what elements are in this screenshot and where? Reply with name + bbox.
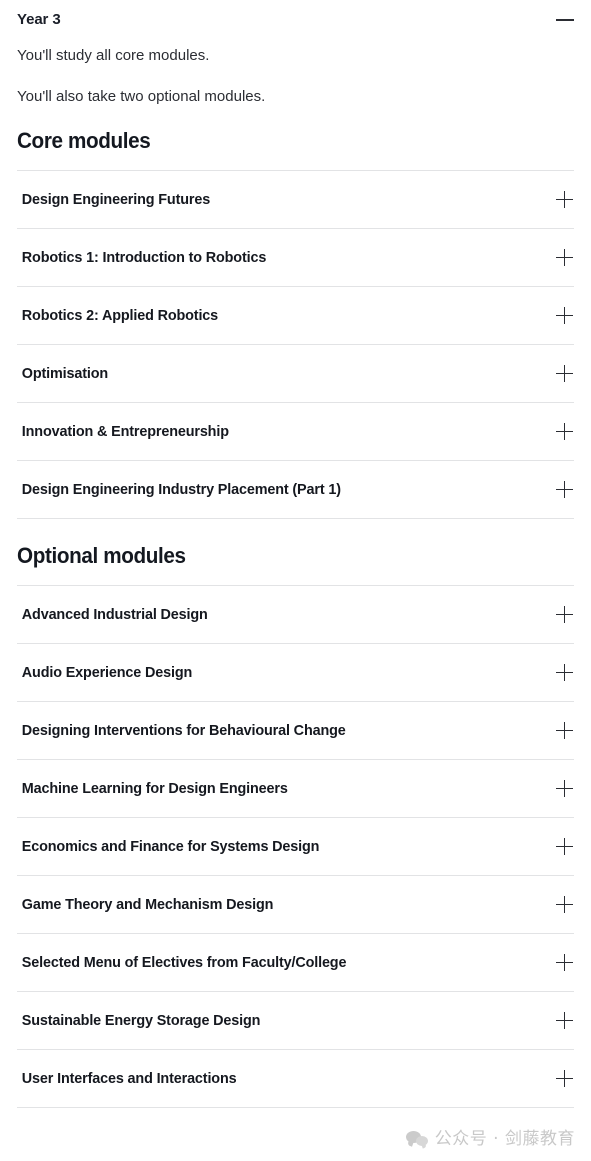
module-title: Selected Menu of Electives from Faculty/… bbox=[21, 954, 347, 971]
module-row[interactable]: Robotics 1: Introduction to Robotics bbox=[17, 229, 574, 287]
module-row[interactable]: Innovation & Entrepreneurship bbox=[17, 403, 574, 461]
module-title: Optimisation bbox=[21, 365, 109, 382]
module-title: Designing Interventions for Behavioural … bbox=[21, 722, 346, 739]
plus-icon[interactable] bbox=[556, 780, 573, 797]
module-row[interactable]: Optimisation bbox=[17, 345, 574, 403]
module-title: Design Engineering Futures bbox=[21, 191, 211, 208]
plus-icon[interactable] bbox=[556, 1012, 573, 1029]
module-title: Economics and Finance for Systems Design bbox=[21, 838, 320, 855]
module-title: Machine Learning for Design Engineers bbox=[21, 780, 288, 797]
section-heading-core: Core modules bbox=[17, 128, 151, 153]
module-row[interactable]: Designing Interventions for Behavioural … bbox=[17, 702, 574, 760]
module-row[interactable]: Economics and Finance for Systems Design bbox=[17, 818, 574, 876]
plus-icon[interactable] bbox=[556, 722, 573, 739]
plus-icon[interactable] bbox=[556, 249, 573, 266]
module-title: Design Engineering Industry Placement (P… bbox=[21, 481, 341, 498]
module-title: Audio Experience Design bbox=[21, 664, 193, 681]
minus-icon[interactable] bbox=[556, 11, 574, 29]
plus-icon[interactable] bbox=[556, 423, 573, 440]
plus-icon[interactable] bbox=[556, 365, 573, 382]
intro-text: You'll study all core modules. You'll al… bbox=[16, 32, 575, 107]
module-row[interactable]: Game Theory and Mechanism Design bbox=[17, 876, 574, 934]
module-title: Advanced Industrial Design bbox=[21, 606, 208, 623]
plus-icon[interactable] bbox=[556, 191, 573, 208]
plus-icon[interactable] bbox=[556, 606, 573, 623]
plus-icon[interactable] bbox=[556, 664, 573, 681]
module-title: Sustainable Energy Storage Design bbox=[21, 1012, 261, 1029]
page-title: Year 3 bbox=[17, 11, 61, 28]
plus-icon[interactable] bbox=[556, 954, 573, 971]
module-row[interactable]: Audio Experience Design bbox=[17, 644, 574, 702]
module-row[interactable]: Selected Menu of Electives from Faculty/… bbox=[17, 934, 574, 992]
module-row[interactable]: Sustainable Energy Storage Design bbox=[17, 992, 574, 1050]
wechat-icon bbox=[405, 1130, 428, 1148]
plus-icon[interactable] bbox=[556, 1070, 573, 1087]
intro-paragraph: You'll also take two optional modules. bbox=[17, 88, 266, 105]
module-row[interactable]: User Interfaces and Interactions bbox=[17, 1050, 574, 1108]
watermark-text: 公众号 · 剑藤教育 bbox=[434, 1129, 575, 1149]
module-title: Innovation & Entrepreneurship bbox=[21, 423, 229, 440]
plus-icon[interactable] bbox=[556, 481, 573, 498]
section-heading-optional: Optional modules bbox=[17, 543, 186, 568]
module-title: Robotics 1: Introduction to Robotics bbox=[21, 249, 267, 266]
intro-paragraph: You'll study all core modules. bbox=[17, 47, 210, 64]
module-title: Game Theory and Mechanism Design bbox=[21, 896, 274, 913]
plus-icon[interactable] bbox=[556, 896, 573, 913]
module-row[interactable]: Robotics 2: Applied Robotics bbox=[17, 287, 574, 345]
year-accordion-panel: Year 3 You'll study all core modules. Yo… bbox=[0, 0, 591, 1161]
module-row[interactable]: Design Engineering Futures bbox=[17, 171, 574, 229]
module-row[interactable]: Design Engineering Industry Placement (P… bbox=[17, 461, 574, 519]
module-row[interactable]: Machine Learning for Design Engineers bbox=[17, 760, 574, 818]
module-list-optional: Advanced Industrial Design Audio Experie… bbox=[17, 585, 574, 1108]
module-title: Robotics 2: Applied Robotics bbox=[21, 307, 219, 324]
module-row[interactable]: Advanced Industrial Design bbox=[17, 586, 574, 644]
plus-icon[interactable] bbox=[556, 838, 573, 855]
plus-icon[interactable] bbox=[556, 307, 573, 324]
module-list-core: Design Engineering Futures Robotics 1: I… bbox=[17, 170, 574, 519]
module-title: User Interfaces and Interactions bbox=[21, 1070, 237, 1087]
accordion-header[interactable]: Year 3 bbox=[16, 0, 575, 32]
watermark: 公众号 · 剑藤教育 bbox=[405, 1129, 575, 1149]
